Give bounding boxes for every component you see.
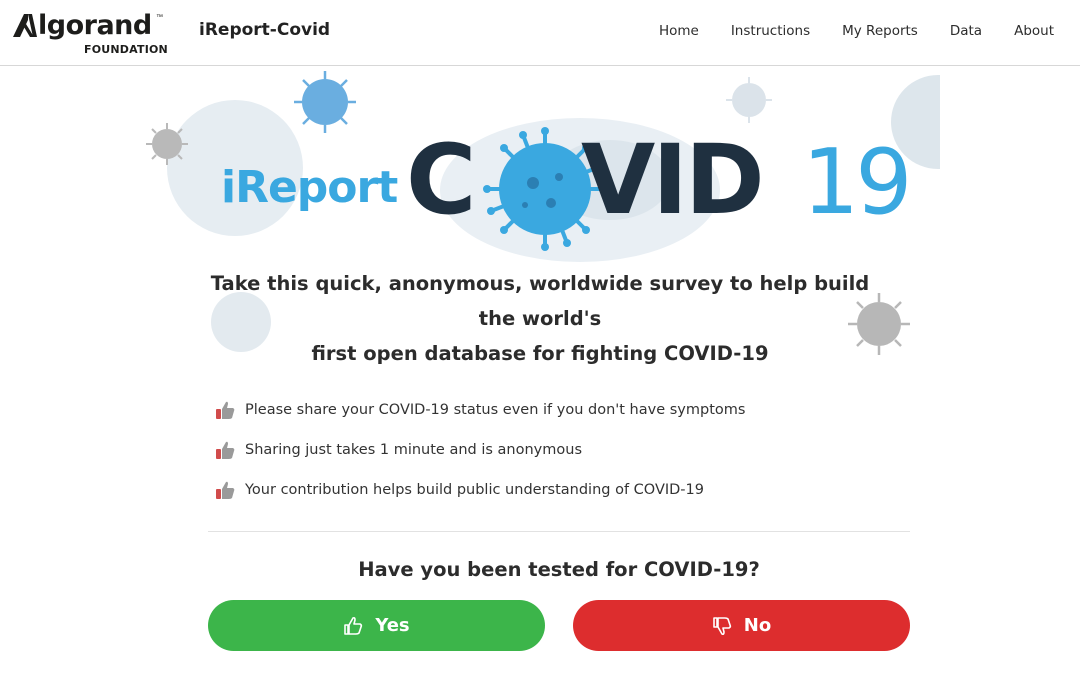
site-header: lgorand ™ FOUNDATION iReport-Covid Home … [0,0,1080,66]
thumbs-up-icon [216,401,235,419]
no-button[interactable]: No [573,600,910,651]
thumbs-down-icon [712,616,731,635]
tested-question: Have you been tested for COVID-19? [358,558,760,581]
hero-banner: iReport C VID 19 [140,68,940,268]
logo-subtitle: FOUNDATION [84,43,168,56]
list-item-text: Sharing just takes 1 minute and is anony… [245,442,582,458]
nav-about[interactable]: About [1014,23,1054,39]
list-item-text: Your contribution helps build public und… [245,482,704,498]
hero-ireport-text: iReport [221,162,398,213]
list-item-text: Please share your COVID-19 status even i… [245,402,746,418]
headline-line-1: Take this quick, anonymous, worldwide su… [210,272,870,330]
yes-button[interactable]: Yes [208,600,545,651]
hero-covid-vid: VID [581,124,765,236]
benefit-list: Please share your COVID-19 status even i… [214,390,745,510]
list-item: Your contribution helps build public und… [214,470,745,510]
list-item: Please share your COVID-19 status even i… [214,390,745,430]
nav-data[interactable]: Data [950,23,982,39]
main-nav: Home Instructions My Reports Data About [627,23,1054,39]
thumbs-up-icon [216,441,235,459]
virus-icon [726,77,772,123]
app-title[interactable]: iReport-Covid [199,20,330,40]
list-item: Sharing just takes 1 minute and is anony… [214,430,745,470]
hero-covid-c: C [406,124,476,236]
thumbs-up-icon [216,481,235,499]
algorand-a-icon [13,14,37,37]
no-button-label: No [743,615,772,636]
logo-trademark: ™ [156,14,163,21]
logo-wordmark: lgorand [38,10,152,41]
headline-line-2: first open database for fighting COVID-1… [311,342,769,365]
hero-covid-19: 19 [802,130,913,235]
nav-home[interactable]: Home [659,23,699,39]
divider [208,531,910,532]
virus-icon [294,71,356,133]
thumbs-up-icon [344,616,363,635]
survey-headline: Take this quick, anonymous, worldwide su… [200,266,880,371]
virus-icon [146,123,188,165]
yes-button-label: Yes [375,615,410,636]
nav-instructions[interactable]: Instructions [731,23,810,39]
algorand-foundation-logo[interactable]: lgorand ™ FOUNDATION [12,8,168,56]
nav-my-reports[interactable]: My Reports [842,23,918,39]
